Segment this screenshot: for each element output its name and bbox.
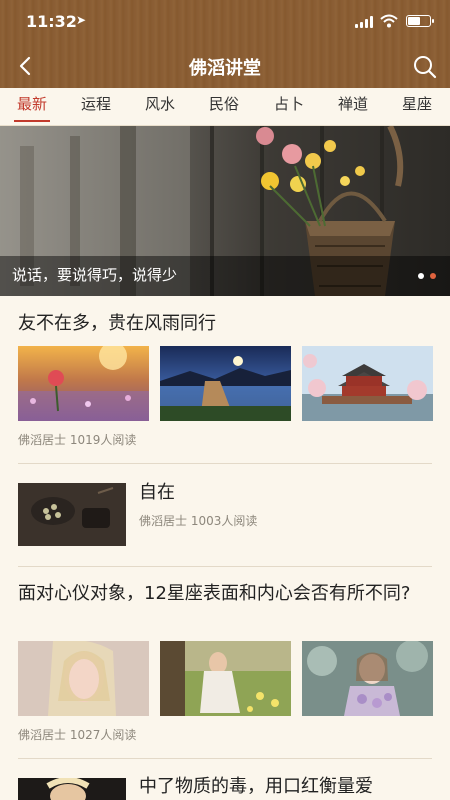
tab-horoscope[interactable]: 星座 bbox=[399, 88, 435, 126]
article-thumbnail[interactable] bbox=[18, 346, 149, 421]
banner-carousel[interactable]: 说话，要说得巧，说得少 bbox=[0, 126, 450, 296]
tab-fengshui[interactable]: 风水 bbox=[142, 88, 178, 126]
status-time: 11:32 bbox=[26, 12, 77, 31]
divider bbox=[18, 566, 432, 567]
article-thumbnail[interactable] bbox=[160, 641, 291, 716]
status-bar: 11:32 ➤ bbox=[0, 0, 450, 44]
page-title: 佛滔讲堂 bbox=[189, 58, 261, 79]
location-arrow-icon: ➤ bbox=[76, 13, 87, 27]
divider bbox=[18, 758, 432, 759]
article-meta: 佛滔居士 1019人阅读 bbox=[18, 433, 137, 447]
article-thumbnail[interactable] bbox=[18, 778, 126, 800]
article-title[interactable]: 自在 bbox=[139, 479, 175, 507]
wifi-icon bbox=[380, 14, 398, 28]
article-thumbnail[interactable] bbox=[18, 641, 149, 716]
tab-folk[interactable]: 民俗 bbox=[206, 88, 242, 126]
article-title[interactable]: 面对心仪对象，12星座表面和内心会否有所不同? bbox=[18, 580, 438, 608]
article-meta: 佛滔居士 1027人阅读 bbox=[18, 728, 137, 742]
nav-bar: 佛滔讲堂 bbox=[0, 44, 450, 88]
battery-icon bbox=[406, 15, 434, 27]
article-title[interactable]: 友不在多，贵在风雨同行 bbox=[18, 310, 216, 338]
article-thumbnail[interactable] bbox=[18, 483, 126, 546]
banner-caption: 说话，要说得巧，说得少 bbox=[12, 266, 178, 284]
category-tabs: 最新 运程 风水 民俗 占卜 禅道 星座 bbox=[0, 88, 450, 126]
app-header: 11:32 ➤ 佛滔讲堂 bbox=[0, 0, 450, 88]
tab-divination[interactable]: 占卜 bbox=[271, 88, 307, 126]
divider bbox=[18, 463, 432, 464]
search-icon[interactable] bbox=[412, 54, 438, 80]
carousel-dot-active[interactable] bbox=[430, 273, 436, 279]
article-thumbnail[interactable] bbox=[302, 346, 433, 421]
carousel-dot[interactable] bbox=[418, 273, 424, 279]
article-title[interactable]: 中了物质的毒，用口红衡量爱 bbox=[139, 773, 373, 800]
article-meta: 佛滔居士 1003人阅读 bbox=[139, 514, 258, 528]
tab-latest[interactable]: 最新 bbox=[14, 88, 50, 126]
signal-icon bbox=[355, 16, 375, 28]
article-thumbnail[interactable] bbox=[302, 641, 433, 716]
article-thumbnail[interactable] bbox=[160, 346, 291, 421]
tab-zen[interactable]: 禅道 bbox=[335, 88, 371, 126]
tab-fortune[interactable]: 运程 bbox=[78, 88, 114, 126]
